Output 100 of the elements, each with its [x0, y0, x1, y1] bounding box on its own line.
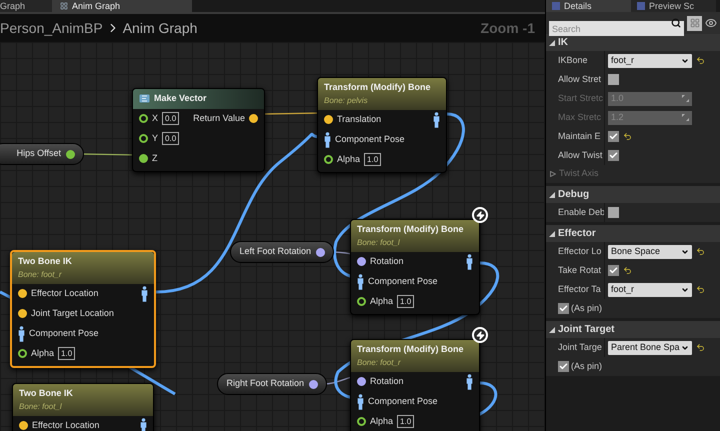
pin-label: Component Pose	[368, 394, 438, 408]
section-header[interactable]: Joint Target	[546, 321, 720, 338]
lightning-icon	[472, 207, 488, 223]
dropdown[interactable]: Parent Bone Spa	[608, 340, 692, 354]
caret-icon	[681, 344, 689, 352]
node-subtitle: Bone: foot_l	[357, 236, 401, 248]
node-title: Right Foot Rotation	[226, 377, 304, 390]
node-title: Hips Offset	[16, 147, 61, 160]
grid-view-icon[interactable]	[687, 16, 702, 30]
property-label: Joint Targe	[558, 340, 602, 354]
search-icon	[671, 18, 681, 28]
eye-icon[interactable]	[705, 17, 717, 29]
editor-tab[interactable]: Anim Graph	[52, 0, 192, 12]
graph-node[interactable]: Transform (Modify) Bone Bone: pelvis Translation Component Pose Alpha 1.0	[317, 77, 447, 172]
expand-arrow-icon[interactable]	[549, 230, 555, 236]
section-title: IK	[558, 36, 568, 50]
value-field[interactable]: 0.0	[162, 112, 180, 125]
tab-icon	[637, 2, 645, 10]
value-field[interactable]: 1.0	[58, 347, 76, 360]
reset-arrow-icon[interactable]	[696, 56, 705, 65]
value-field[interactable]: 0.0	[162, 132, 180, 145]
panel-tab[interactable]: Preview Sc	[631, 0, 716, 12]
node-subtitle: Bone: pelvis	[324, 94, 369, 106]
pin-label: Effector Location	[31, 286, 98, 300]
pose-pin-icon[interactable]	[324, 132, 331, 148]
pin-label: Joint Target Location	[31, 306, 114, 320]
property-label: Maintain E	[558, 130, 601, 143]
node-title: Transform (Modify) Bone	[357, 223, 464, 236]
graph-node[interactable]: Transform (Modify) Bone Bone: foot_l Rotation Component Pose Alpha 1.0	[350, 219, 480, 314]
graph-node[interactable]: Transform (Modify) Bone Bone: foot_r Rotation Component Pose Alpha 1.0	[350, 339, 480, 431]
expand-arrow-icon[interactable]	[549, 326, 555, 332]
checkbox[interactable]	[558, 361, 569, 372]
expand-arrow-icon[interactable]	[550, 171, 556, 177]
search-field[interactable]: Search	[549, 21, 684, 36]
checkbox[interactable]	[608, 265, 619, 276]
variable-node[interactable]: Hips Offset	[0, 143, 84, 165]
property-label: (As pin)	[571, 360, 602, 373]
pose-pin-icon[interactable]	[140, 418, 147, 431]
pose-pin-icon[interactable]	[357, 394, 364, 410]
function-icon	[139, 94, 150, 104]
pin-label: Component Pose	[335, 132, 405, 146]
expand-arrow-icon[interactable]	[549, 192, 555, 198]
pose-pin-icon[interactable]	[141, 286, 148, 302]
graph-node[interactable]: Two Bone IK Bone: foot_r Effector Location Joint Target Location Component Pose Alpha 1.0	[10, 250, 156, 368]
value-field[interactable]: 1.0	[397, 295, 414, 308]
pin-label: Rotation	[370, 254, 404, 268]
reset-arrow-icon[interactable]	[696, 285, 705, 294]
pin-label: Alpha	[31, 346, 54, 360]
dropdown[interactable]: foot_r	[608, 54, 692, 68]
value-field[interactable]: 1.0	[364, 153, 382, 166]
lightning-icon	[472, 327, 488, 343]
property-label: Effector Ta	[558, 282, 601, 296]
reset-arrow-icon[interactable]	[623, 266, 632, 275]
graph-node[interactable]: Make Vector X 0.0 Return Value Y 0.0 Z	[132, 88, 265, 172]
pin-label: Y	[152, 132, 158, 145]
checkbox[interactable]	[608, 150, 619, 161]
node-title: Transform (Modify) Bone	[357, 343, 464, 356]
panel-tab[interactable]: Details	[546, 0, 631, 12]
reset-arrow-icon[interactable]	[696, 247, 705, 256]
dropdown[interactable]: foot_r	[608, 282, 692, 296]
section-header[interactable]: Debug	[546, 186, 720, 203]
checkbox[interactable]	[608, 74, 619, 85]
property-label: Start Stretc	[558, 92, 604, 105]
value-field[interactable]: 1.0	[397, 415, 414, 428]
node-title: Left Foot Rotation	[239, 245, 311, 258]
node-title: Transform (Modify) Bone	[324, 81, 431, 94]
node-subtitle: Bone: foot_r	[357, 356, 402, 368]
breadcrumb-link[interactable]: Person_AnimBP	[0, 18, 103, 38]
pose-pin-icon[interactable]	[18, 326, 25, 342]
pose-pin-icon[interactable]	[466, 374, 473, 390]
section-header[interactable]: IK	[546, 34, 720, 51]
checkbox[interactable]	[558, 303, 569, 314]
pin-label: Rotation	[370, 374, 404, 388]
editor-tab[interactable]: Graph	[0, 0, 52, 12]
checkbox[interactable]	[608, 207, 619, 218]
checkbox[interactable]	[608, 131, 619, 142]
drag-arrows-icon	[682, 95, 689, 102]
tab-icon	[552, 2, 560, 10]
variable-node[interactable]: Right Foot Rotation	[217, 373, 327, 395]
expand-arrow-icon[interactable]	[549, 40, 555, 46]
pin-label: Effector Location	[32, 418, 100, 431]
caret-icon	[681, 248, 689, 256]
dropdown[interactable]: Bone Space	[608, 244, 692, 258]
pin-label: Component Pose	[368, 274, 438, 288]
property-label: (As pin)	[571, 302, 602, 315]
section-title: Debug	[558, 188, 590, 202]
pose-pin-icon[interactable]	[357, 274, 364, 290]
reset-arrow-icon[interactable]	[696, 343, 705, 352]
property-label: Effector Lo	[558, 244, 602, 258]
reset-arrow-icon[interactable]	[623, 132, 632, 141]
graph-node[interactable]: Two Bone IK Bone: foot_l Effector Location	[12, 383, 154, 431]
caret-icon	[681, 286, 689, 294]
breadcrumb-current: Anim Graph	[122, 18, 198, 38]
pin-label: Z	[152, 152, 158, 165]
pose-pin-icon[interactable]	[433, 112, 440, 128]
variable-node[interactable]: Left Foot Rotation	[230, 241, 334, 263]
pose-pin-icon[interactable]	[466, 254, 473, 270]
graph-canvas[interactable]	[0, 42, 545, 431]
section-header[interactable]: Effector	[546, 225, 720, 242]
caret-icon	[681, 56, 689, 64]
